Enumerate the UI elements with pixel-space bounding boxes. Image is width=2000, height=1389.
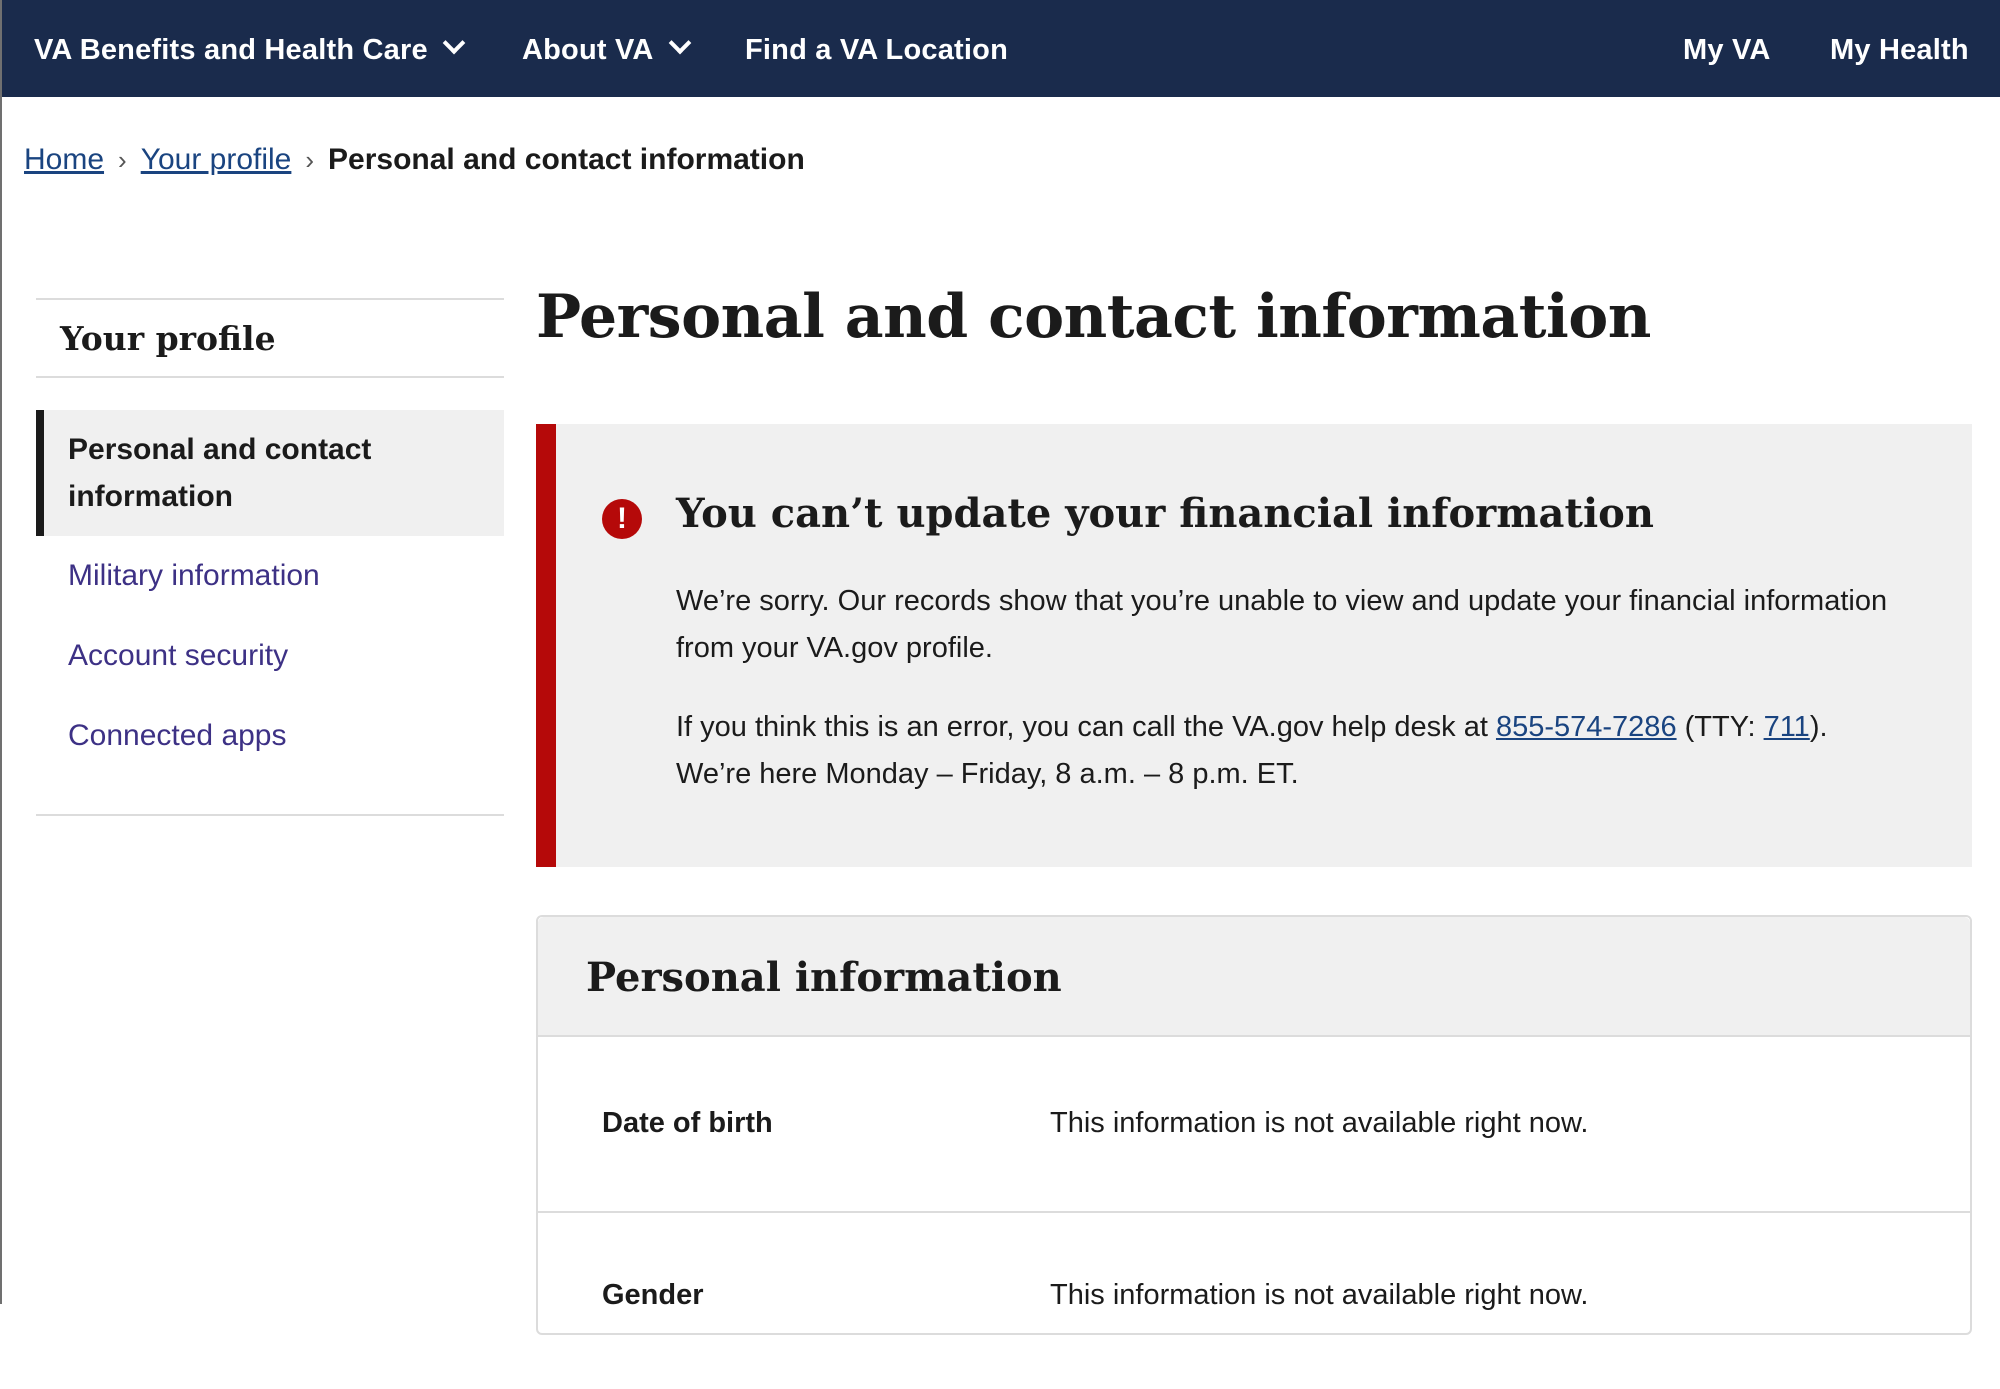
sidebar-title: Your profile: [36, 298, 504, 378]
chevron-down-icon: [668, 31, 691, 55]
card-header: Personal information: [538, 917, 1970, 1037]
info-row-gender: Gender This information is not available…: [538, 1213, 1970, 1389]
alert-hours-text: We’re here Monday – Friday, 8 a.m. – 8 p…: [676, 758, 1299, 790]
breadcrumb: Home › Your profile › Personal and contact i…: [24, 143, 805, 177]
error-alert: ! You can’t update your financial inform…: [536, 424, 1972, 867]
nav-my-health-link[interactable]: My Health: [1830, 0, 1969, 97]
alert-title: You can’t update your financial informat…: [676, 490, 1654, 537]
row-label: Gender: [602, 1279, 704, 1311]
sidebar-item-connected-apps[interactable]: Connected apps: [36, 696, 504, 776]
page-title: Personal and contact information: [536, 282, 1651, 352]
nav-my-va-link[interactable]: My VA: [1683, 0, 1770, 97]
alert-tty-text: (TTY:: [1676, 711, 1764, 743]
tty-link[interactable]: 711: [1764, 711, 1810, 743]
breadcrumb-separator: ›: [305, 145, 315, 175]
chevron-down-icon: [442, 31, 466, 55]
alert-tty-close: ).: [1809, 711, 1828, 743]
breadcrumb-profile-link[interactable]: Your profile: [141, 143, 292, 176]
row-value: This information is not available right …: [1050, 1279, 1589, 1311]
breadcrumb-separator: ›: [118, 145, 127, 175]
card-title: Personal information: [586, 954, 1062, 1001]
nav-va-benefits-menu[interactable]: VA Benefits and Health Care: [34, 0, 466, 97]
alert-paragraph: We’re sorry. Our records show that you’r…: [676, 585, 1888, 664]
sidebar-item-account-security[interactable]: Account security: [36, 616, 504, 696]
info-row-date-of-birth: Date of birth This information is not av…: [538, 1035, 1970, 1213]
top-navigation: VA Benefits and Health Care About VA Fin…: [2, 0, 2000, 97]
sidebar-item-military[interactable]: Military information: [36, 536, 504, 616]
row-label: Date of birth: [602, 1107, 773, 1139]
nav-find-location-link[interactable]: Find a VA Location: [745, 0, 1008, 97]
alert-help-paragraph: If you think this is an error, you can c…: [676, 704, 1936, 798]
nav-about-va-label: About VA: [522, 34, 654, 66]
help-desk-phone-link[interactable]: 855-574-7286: [1496, 711, 1677, 743]
profile-sidebar: Your profile Personal and contact inform…: [36, 298, 504, 816]
error-icon: !: [602, 499, 642, 539]
nav-about-va-menu[interactable]: About VA: [522, 0, 691, 97]
personal-information-card: Personal information Date of birth This …: [536, 915, 1972, 1335]
sidebar-item-personal-contact[interactable]: Personal and contact information: [36, 410, 504, 536]
row-value: This information is not available right …: [1050, 1107, 1589, 1139]
breadcrumb-current: Personal and contact information: [328, 143, 805, 176]
sidebar-nav: Personal and contact information Militar…: [36, 410, 504, 816]
alert-body: We’re sorry. Our records show that you’r…: [676, 578, 1936, 830]
nav-va-benefits-label: VA Benefits and Health Care: [34, 34, 428, 66]
breadcrumb-home-link[interactable]: Home: [24, 143, 104, 176]
alert-help-text: If you think this is an error, you can c…: [676, 711, 1496, 743]
